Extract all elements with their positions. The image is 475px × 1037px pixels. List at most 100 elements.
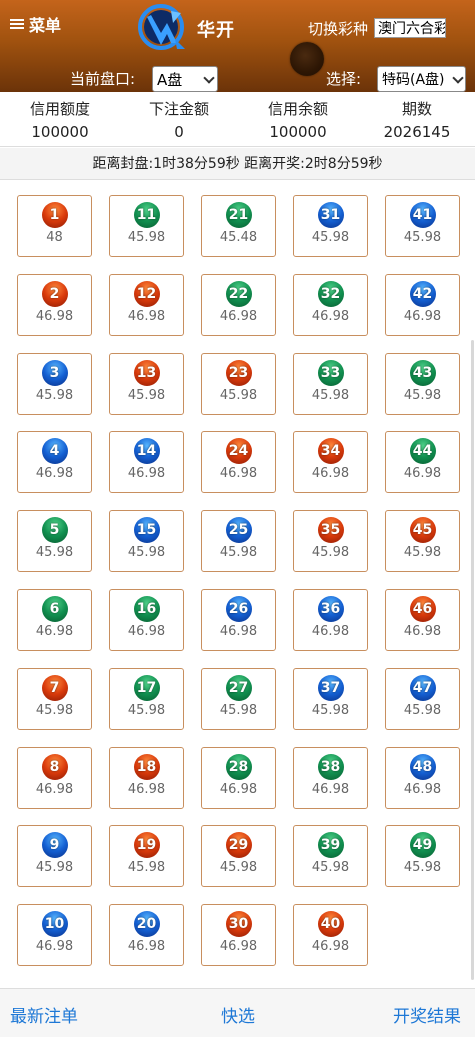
- number-ball: 41: [409, 202, 436, 228]
- number-ball: 48: [409, 753, 436, 780]
- number-cell[interactable]: 22 46.98: [201, 273, 276, 336]
- number-cell[interactable]: 25 45.98: [201, 510, 276, 573]
- number-cell[interactable]: 29 45.98: [201, 825, 276, 888]
- number-cell[interactable]: 46 46.98: [385, 589, 460, 651]
- number-ball: 17: [133, 674, 160, 701]
- number-cell[interactable]: 41 45.98: [385, 195, 460, 257]
- odds-value: 45.98: [403, 387, 442, 403]
- account-info: 信用额度 100000 下注金额 0 信用余额 100000 期数 202614…: [0, 92, 475, 147]
- number-cell[interactable]: 38 46.98: [293, 746, 368, 809]
- number-cell[interactable]: 44 46.98: [385, 431, 460, 494]
- number-cell[interactable]: 49 45.98: [385, 825, 460, 888]
- issue-number: 期数 2026145: [383, 100, 451, 141]
- number-cell[interactable]: 33 45.98: [293, 352, 368, 415]
- number-cell[interactable]: 42 46.98: [385, 273, 460, 336]
- number-cell[interactable]: 19 45.98: [109, 825, 184, 888]
- number-cell[interactable]: 40 46.98: [293, 904, 368, 967]
- number-ball: 37: [317, 674, 344, 701]
- number-cell[interactable]: 11 45.98: [109, 195, 184, 257]
- number-ball: 9: [41, 832, 68, 859]
- odds-value: 46.98: [311, 308, 350, 324]
- number-cell[interactable]: 37 45.98: [293, 667, 368, 730]
- play-type-select[interactable]: 特码(A盘): [377, 66, 466, 92]
- number-cell[interactable]: 39 45.98: [293, 825, 368, 888]
- odds-value: 45.98: [127, 702, 166, 718]
- number-cell[interactable]: 3 45.98: [17, 352, 92, 415]
- number-cell[interactable]: 24 46.98: [201, 431, 276, 494]
- disk-select[interactable]: A盘: [152, 66, 218, 92]
- number-ball: 22: [225, 280, 252, 307]
- number-cell[interactable]: 26 46.98: [201, 589, 276, 651]
- odds-value: 45.98: [219, 387, 258, 403]
- number-cell[interactable]: 31 45.98: [293, 195, 368, 257]
- number-cell[interactable]: 16 46.98: [109, 589, 184, 651]
- number-cell[interactable]: 4 46.98: [17, 431, 92, 494]
- number-cell[interactable]: 21 45.48: [201, 195, 276, 257]
- number-cell[interactable]: 2 46.98: [17, 273, 92, 336]
- number-cell[interactable]: 48 46.98: [385, 746, 460, 809]
- switch-lottery-label: 切换彩种: [308, 20, 369, 38]
- number-ball: 47: [409, 674, 436, 701]
- number-cell[interactable]: 27 45.98: [201, 667, 276, 730]
- odds-value: 46.98: [403, 308, 442, 324]
- number-cell[interactable]: 15 45.98: [109, 510, 184, 573]
- number-cell[interactable]: 9 45.98: [17, 825, 92, 888]
- odds-value: 46.98: [403, 466, 442, 482]
- number-ball: 19: [133, 832, 160, 859]
- number-cell[interactable]: 30 46.98: [201, 904, 276, 967]
- number-cell[interactable]: 8 46.98: [17, 746, 92, 809]
- odds-value: 45.98: [311, 230, 350, 245]
- hamburger-icon: [10, 18, 26, 30]
- number-ball: 3: [41, 359, 68, 386]
- number-cell[interactable]: 32 46.98: [293, 273, 368, 336]
- latest-bets-link[interactable]: 最新注单: [10, 1002, 78, 1027]
- number-ball: 10: [41, 911, 68, 938]
- number-cell[interactable]: 23 45.98: [201, 352, 276, 415]
- number-cell[interactable]: 12 46.98: [109, 273, 184, 336]
- odds-value: 46.98: [35, 308, 74, 324]
- number-ball: 31: [317, 202, 344, 228]
- quick-select-link[interactable]: 快选: [221, 1002, 255, 1027]
- number-ball: 20: [133, 911, 160, 938]
- number-ball: 1: [41, 202, 68, 228]
- number-ball: 35: [317, 517, 344, 544]
- scrollbar[interactable]: [471, 340, 474, 980]
- odds-value: 45.98: [219, 860, 258, 876]
- number-cell[interactable]: 34 46.98: [293, 431, 368, 494]
- number-cell[interactable]: 20 46.98: [109, 904, 184, 967]
- number-cell[interactable]: 47 45.98: [385, 667, 460, 730]
- odds-value: 46.98: [35, 624, 74, 639]
- number-cell[interactable]: 13 45.98: [109, 352, 184, 415]
- number-cell[interactable]: 5 45.98: [17, 510, 92, 573]
- number-ball: 12: [133, 280, 160, 307]
- draw-results-link[interactable]: 开奖结果: [393, 1002, 461, 1027]
- number-cell[interactable]: 43 45.98: [385, 352, 460, 415]
- menu-button[interactable]: 菜单: [10, 12, 61, 36]
- number-cell[interactable]: 1 48: [17, 195, 92, 257]
- number-cell[interactable]: 7 45.98: [17, 667, 92, 730]
- number-ball: 33: [317, 359, 344, 386]
- number-grid: 1 48 11 45.98 21 45.48 31 45.98 41 45.98 2 46.98 12 4…: [0, 181, 475, 987]
- floating-button[interactable]: [290, 42, 324, 76]
- number-cell[interactable]: 36 46.98: [293, 589, 368, 651]
- number-cell[interactable]: 6 46.98: [17, 589, 92, 651]
- number-ball: 32: [317, 280, 344, 307]
- number-cell[interactable]: 10 46.98: [17, 904, 92, 967]
- number-ball: 44: [409, 438, 436, 465]
- number-cell[interactable]: 14 46.98: [109, 431, 184, 494]
- number-cell[interactable]: 45 45.98: [385, 510, 460, 573]
- number-ball: 26: [225, 596, 252, 622]
- number-ball: 7: [41, 674, 68, 701]
- number-ball: 16: [133, 596, 160, 622]
- number-ball: 11: [133, 202, 160, 228]
- number-cell[interactable]: 35 45.98: [293, 510, 368, 573]
- odds-value: 45.98: [403, 702, 442, 718]
- lottery-select[interactable]: 澳门六合彩: [374, 18, 446, 38]
- number-ball: 46: [409, 596, 436, 622]
- number-cell[interactable]: 18 46.98: [109, 746, 184, 809]
- odds-value: 45.98: [35, 545, 74, 561]
- number-ball: 4: [41, 438, 68, 465]
- odds-value: 45.98: [311, 545, 350, 561]
- number-cell[interactable]: 28 46.98: [201, 746, 276, 809]
- number-cell[interactable]: 17 45.98: [109, 667, 184, 730]
